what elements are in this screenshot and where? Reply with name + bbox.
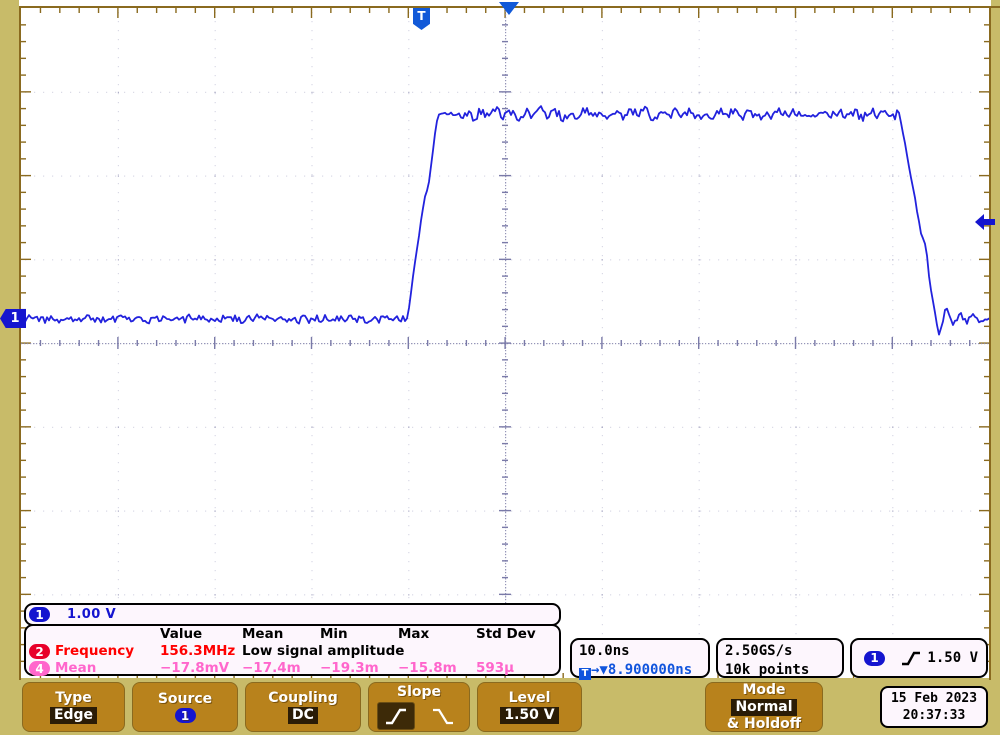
date-value: 15 Feb 2023 [890,691,978,706]
measurement-col-name [26,626,160,643]
waveform-graticule[interactable] [21,8,989,678]
falling-edge-icon [433,708,453,725]
measurement-col-value: Value [160,626,203,642]
trigger-level-value: 1.50 V [927,650,978,666]
horizontal-readout[interactable]: 10.0ns T →▼8.900000ns [570,638,710,680]
trigger-delay-value: 8.900000ns [607,662,693,678]
trigger-holdoff-caption: & Holdoff [726,715,802,732]
trigger-level-marker[interactable] [975,214,995,230]
measurement-col-min: Min [320,626,348,642]
measurement-col-stddev: Std Dev [476,626,536,642]
measurement-name-cell: 4 Mean [26,660,160,677]
measurement-header-row: Value Mean Min Max Std Dev [26,626,559,643]
measurement-value: 156.3MHz [160,643,236,659]
trigger-slope-caption: Slope [396,684,442,700]
oscilloscope-screen: 1 T 1 1.00 V Value Mean Min Max Std Dev [0,0,1000,735]
trigger-coupling-button[interactable]: Coupling DC [245,682,361,732]
trigger-type-button[interactable]: Type Edge [22,682,125,732]
measurement-col-mean: Mean [242,626,284,642]
trigger-level-menu-value: 1.50 V [500,707,559,724]
measurement-label: Frequency [55,643,135,659]
measurement-min: −19.3m [320,660,379,676]
trigger-mode-button[interactable]: Mode Normal & Holdoff [705,682,823,732]
trigger-source-badge: 1 [864,650,885,666]
measurement-label: Mean [55,660,97,676]
trigger-source-caption: Source [157,691,213,707]
measurement-name-cell: 2 Frequency [26,643,160,660]
sample-rate-value: 2.50GS/s [725,643,793,659]
datetime-readout: 15 Feb 2023 20:37:33 [880,686,988,728]
measurement-mean: −17.4m [242,660,301,676]
measurement-source-badge: 2 [29,644,50,659]
measurement-warning: Low signal amplitude [242,643,405,659]
trigger-glyph-icon: T [579,667,591,680]
slope-falling-option[interactable] [425,703,461,729]
trigger-source-button[interactable]: Source 1 [132,682,238,732]
channel1-volts-per-div: 1.00 V [67,607,117,622]
left-bezel [0,0,19,680]
measurement-table: Value Mean Min Max Std Dev 2 Frequency 1… [26,626,559,677]
slope-rising-option[interactable] [377,702,415,730]
measurement-value: −17.8mV [160,660,230,676]
trigger-delay-row: T →▼8.900000ns [579,661,708,680]
trigger-slope-button[interactable]: Slope [368,682,470,732]
time-value: 20:37:33 [902,708,966,723]
measurement-col-max: Max [398,626,430,642]
right-bezel [991,0,1000,680]
trigger-source-value-badge: 1 [174,708,196,723]
measurement-row-frequency[interactable]: 2 Frequency 156.3MHz Low signal amplitud… [26,643,559,660]
measurement-row-mean[interactable]: 4 Mean −17.8mV −17.4m −19.3m −15.8m 593μ [26,660,559,677]
record-length-value: 10k points [725,662,810,678]
acquisition-readout[interactable]: 2.50GS/s 10k points [716,638,844,678]
trigger-mode-caption: Mode [742,681,786,698]
trigger-level-caption: Level [508,690,551,706]
graticule-right-border [989,6,991,680]
rising-edge-icon [386,708,406,725]
trigger-type-value: Edge [49,707,98,724]
channel1-scale-readout[interactable]: 1 1.00 V [24,603,561,626]
rising-edge-icon [902,651,920,666]
trigger-coupling-value: DC [288,707,318,724]
delay-arrows-icon: →▼ [591,662,608,678]
measurement-stddev: 593μ [476,660,515,676]
trigger-point-triangle-icon [499,2,519,15]
measurement-panel[interactable]: Value Mean Min Max Std Dev 2 Frequency 1… [24,624,561,676]
measurement-max: −15.8m [398,660,457,676]
trigger-summary-readout[interactable]: 1 1.50 V [850,638,988,678]
trigger-point-marker[interactable] [499,2,519,16]
waveform-plot [21,8,989,678]
timebase-value: 10.0ns [579,643,630,659]
trigger-level-button[interactable]: Level 1.50 V [477,682,582,732]
trigger-mode-value: Normal [731,698,797,716]
trigger-level-arrow-icon [975,214,995,230]
channel1-badge: 1 [29,607,50,622]
grid-center-axes [21,8,989,678]
measurement-source-badge: 4 [29,661,50,676]
trigger-type-caption: Type [55,690,92,706]
trigger-coupling-caption: Coupling [268,690,338,706]
